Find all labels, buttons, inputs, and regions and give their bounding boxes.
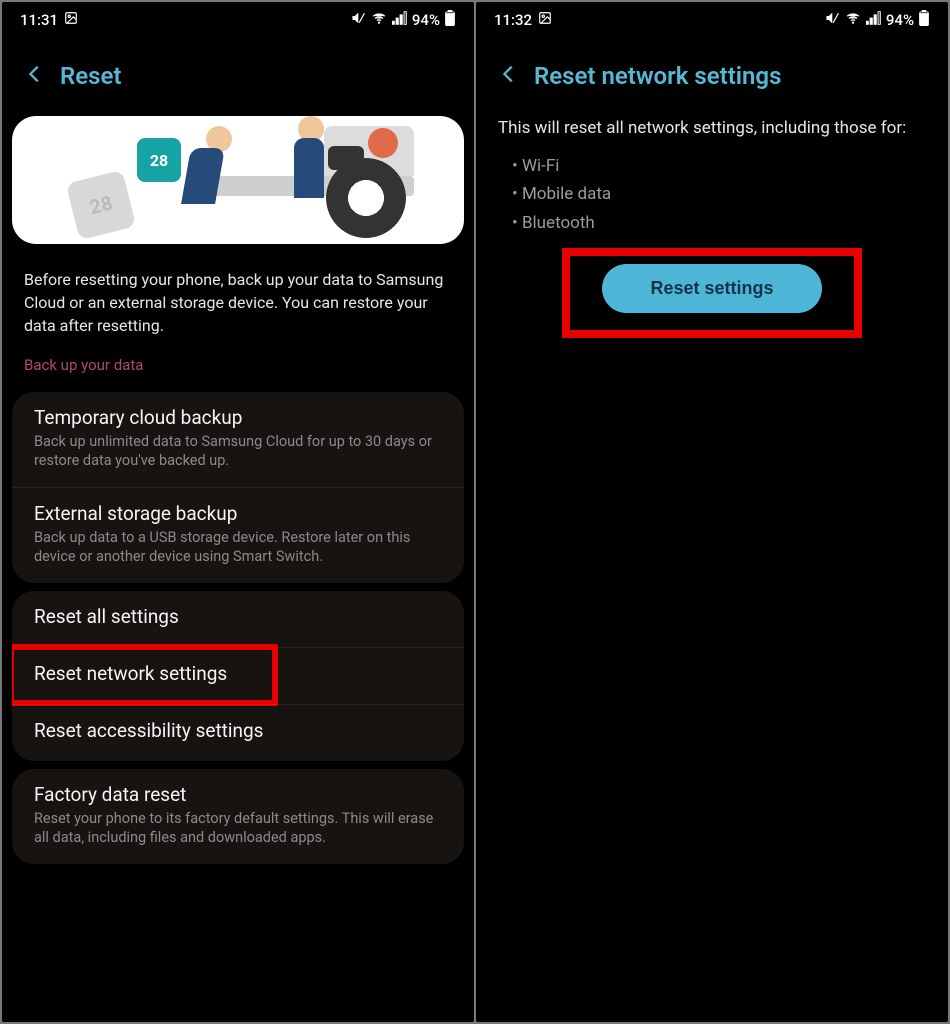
page-title: Reset (60, 62, 121, 90)
wifi-icon (844, 11, 862, 29)
battery-percent: 94% (886, 11, 914, 29)
screenshot-icon (64, 11, 78, 29)
back-icon[interactable] (498, 63, 520, 89)
signal-icon (392, 11, 408, 29)
backup-card: Temporary cloud backup Back up unlimited… (12, 392, 464, 583)
item-title: Reset all settings (34, 605, 442, 628)
page-title: Reset network settings (534, 62, 781, 90)
bullet-mobile-data: Mobile data (512, 180, 926, 209)
status-time: 11:32 (494, 11, 532, 29)
bullet-list: Wi-Fi Mobile data Bluetooth (476, 148, 948, 243)
item-subtitle: Back up unlimited data to Samsung Cloud … (34, 432, 442, 471)
phone-right: 11:32 94% Reset network settings This wi… (476, 2, 948, 1022)
reset-accessibility-settings-item[interactable]: Reset accessibility settings (12, 704, 464, 761)
description-text: This will reset all network settings, in… (476, 116, 948, 148)
factory-data-reset-item[interactable]: Factory data reset Reset your phone to i… (12, 769, 464, 864)
back-icon[interactable] (24, 63, 46, 89)
screenshot-icon (538, 11, 552, 29)
phone-left: 11:31 94% Reset (2, 2, 474, 1022)
wifi-icon (370, 11, 388, 29)
status-time: 11:31 (20, 11, 58, 29)
reset-settings-button[interactable]: Reset settings (602, 264, 821, 313)
item-title: Reset network settings (34, 662, 442, 685)
bullet-wifi: Wi-Fi (512, 152, 926, 181)
section-label: Back up your data (2, 348, 474, 384)
item-subtitle: Reset your phone to its factory default … (34, 809, 442, 848)
item-subtitle: Back up data to a USB storage device. Re… (34, 528, 442, 567)
bullet-bluetooth: Bluetooth (512, 209, 926, 238)
cloud-backup-item[interactable]: Temporary cloud backup Back up unlimited… (12, 392, 464, 487)
reset-card: Reset all settings Reset network setting… (12, 591, 464, 761)
hero-illustration: 28 28 (12, 116, 464, 244)
app-bar: Reset network settings (476, 38, 948, 116)
mute-icon (350, 11, 366, 29)
battery-icon (918, 10, 930, 30)
reset-all-settings-item[interactable]: Reset all settings (12, 591, 464, 647)
item-title: Temporary cloud backup (34, 406, 442, 429)
item-title: Reset accessibility settings (34, 719, 442, 742)
battery-percent: 94% (412, 11, 440, 29)
status-bar: 11:31 94% (2, 2, 474, 38)
calendar-gray-icon: 28 (66, 170, 136, 240)
item-title: Factory data reset (34, 783, 442, 806)
item-title: External storage backup (34, 502, 442, 525)
reset-network-settings-item[interactable]: Reset network settings (12, 647, 464, 704)
status-bar: 11:32 94% (476, 2, 948, 38)
app-bar: Reset (2, 38, 474, 116)
external-backup-item[interactable]: External storage backup Back up data to … (12, 487, 464, 583)
signal-icon (866, 11, 882, 29)
battery-icon (444, 10, 456, 30)
calendar-teal-icon: 28 (137, 138, 181, 182)
intro-text: Before resetting your phone, back up you… (2, 244, 474, 348)
mute-icon (824, 11, 840, 29)
factory-reset-card: Factory data reset Reset your phone to i… (12, 769, 464, 864)
